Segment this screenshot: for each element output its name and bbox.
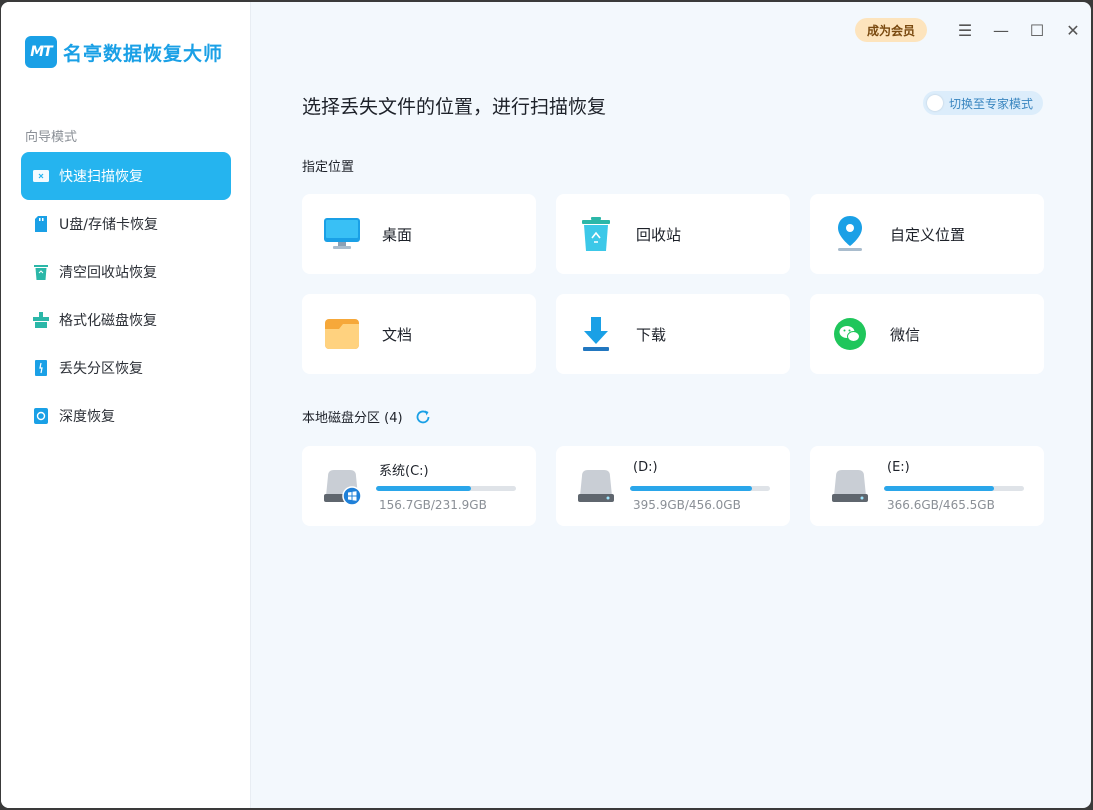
sidebar-item-usb-card[interactable]: U盘/存储卡恢复: [21, 200, 231, 248]
maximize-icon[interactable]: ☐: [1019, 16, 1055, 44]
location-label: 自定义位置: [890, 225, 966, 244]
location-card-downloads[interactable]: 下载: [556, 294, 790, 374]
expert-mode-label: 切换至专家模式: [949, 96, 1034, 111]
folder-icon: [322, 314, 362, 354]
location-card-custom[interactable]: 自定义位置: [810, 194, 1044, 274]
location-pin-icon: [830, 214, 870, 254]
app-logo: MT 名亭数据恢复大师: [25, 36, 223, 68]
toggle-knob: [927, 95, 943, 111]
sidebar-item-label: 清空回收站恢复: [59, 265, 157, 281]
app-window: MT 名亭数据恢复大师 向导模式 快速扫描恢复 U盘/存储卡恢复 清空回收站恢复…: [1, 2, 1091, 808]
hard-drive-icon: [830, 466, 870, 506]
sidebar-item-label: 深度恢复: [59, 409, 115, 425]
partition-icon: [33, 360, 49, 376]
refresh-icon[interactable]: [415, 409, 431, 425]
location-label: 微信: [890, 325, 921, 344]
recycle-bin-icon: [576, 214, 616, 254]
location-card-recycle-bin[interactable]: 回收站: [556, 194, 790, 274]
location-card-wechat[interactable]: 微信: [810, 294, 1044, 374]
disk-usage-bar: [376, 486, 516, 491]
local-disks-label: 本地磁盘分区 (4): [302, 411, 403, 426]
minimize-icon[interactable]: —: [983, 16, 1019, 44]
disk-card-e[interactable]: (E:) 366.6GB/465.5GB: [810, 446, 1044, 526]
disk-usage-fill: [884, 486, 995, 491]
disk-usage-bar: [884, 486, 1024, 491]
disk-card-d[interactable]: (D:) 395.9GB/456.0GB: [556, 446, 790, 526]
disk-name: (D:): [633, 460, 658, 475]
hard-drive-icon: [322, 466, 362, 506]
sidebar-item-label: 格式化磁盘恢复: [59, 313, 157, 329]
disk-size: 395.9GB/456.0GB: [633, 498, 741, 512]
location-label: 桌面: [382, 225, 413, 244]
disk-usage-fill: [376, 486, 471, 491]
location-label: 文档: [382, 325, 413, 344]
disk-size: 156.7GB/231.9GB: [379, 498, 487, 512]
become-member-button[interactable]: 成为会员: [854, 18, 927, 42]
location-label: 下载: [636, 325, 667, 344]
sidebar-item-label: 丢失分区恢复: [59, 361, 143, 377]
close-icon[interactable]: ✕: [1055, 16, 1091, 44]
main-panel: 成为会员 ☰ — ☐ ✕ 选择丢失文件的位置，进行扫描恢复 切换至专家模式 指定…: [252, 2, 1091, 808]
sidebar-item-recycle-bin[interactable]: 清空回收站恢复: [21, 248, 231, 296]
sidebar-nav: 快速扫描恢复 U盘/存储卡恢复 清空回收站恢复 格式化磁盘恢复 丢失分区恢复 深…: [21, 152, 231, 440]
logo-icon: MT: [25, 36, 57, 68]
local-disks-section-label: 本地磁盘分区 (4): [302, 407, 431, 426]
disk-grid: 系统(C:) 156.7GB/231.9GB (D:) 395.9GB/456.…: [302, 446, 1044, 526]
sidebar-item-lost-partition[interactable]: 丢失分区恢复: [21, 344, 231, 392]
sidebar-item-quick-scan[interactable]: 快速扫描恢复: [21, 152, 231, 200]
locations-section-label: 指定位置: [302, 160, 355, 175]
sidebar-item-label: U盘/存储卡恢复: [59, 217, 158, 233]
disk-usage-fill: [630, 486, 752, 491]
page-title: 选择丢失文件的位置，进行扫描恢复: [302, 96, 607, 118]
wechat-icon: [830, 314, 870, 354]
sd-card-icon: [33, 216, 49, 232]
menu-icon[interactable]: ☰: [947, 16, 983, 44]
expert-mode-toggle[interactable]: 切换至专家模式: [923, 91, 1043, 115]
location-card-documents[interactable]: 文档: [302, 294, 536, 374]
disk-name: (E:): [887, 460, 910, 475]
disk-name: 系统(C:): [379, 464, 429, 479]
disk-size: 366.6GB/465.5GB: [887, 498, 995, 512]
app-title: 名亭数据恢复大师: [63, 42, 224, 65]
titlebar: 成为会员 ☰ — ☐ ✕: [854, 16, 1091, 44]
format-disk-icon: [33, 312, 49, 328]
desktop-icon: [322, 214, 362, 254]
location-grid: 桌面 回收站 自定义位置 文档 下载 微信: [302, 194, 1044, 374]
sidebar-item-format-disk[interactable]: 格式化磁盘恢复: [21, 296, 231, 344]
wizard-mode-label: 向导模式: [25, 130, 78, 145]
recycle-bin-icon: [33, 264, 49, 280]
location-label: 回收站: [636, 225, 682, 244]
sidebar-item-deep-scan[interactable]: 深度恢复: [21, 392, 231, 440]
download-icon: [576, 314, 616, 354]
quick-scan-icon: [33, 168, 49, 184]
sidebar: MT 名亭数据恢复大师 向导模式 快速扫描恢复 U盘/存储卡恢复 清空回收站恢复…: [1, 2, 251, 808]
location-card-desktop[interactable]: 桌面: [302, 194, 536, 274]
hard-drive-icon: [576, 466, 616, 506]
deep-scan-icon: [33, 408, 49, 424]
disk-usage-bar: [630, 486, 770, 491]
disk-card-c[interactable]: 系统(C:) 156.7GB/231.9GB: [302, 446, 536, 526]
sidebar-item-label: 快速扫描恢复: [59, 169, 143, 185]
